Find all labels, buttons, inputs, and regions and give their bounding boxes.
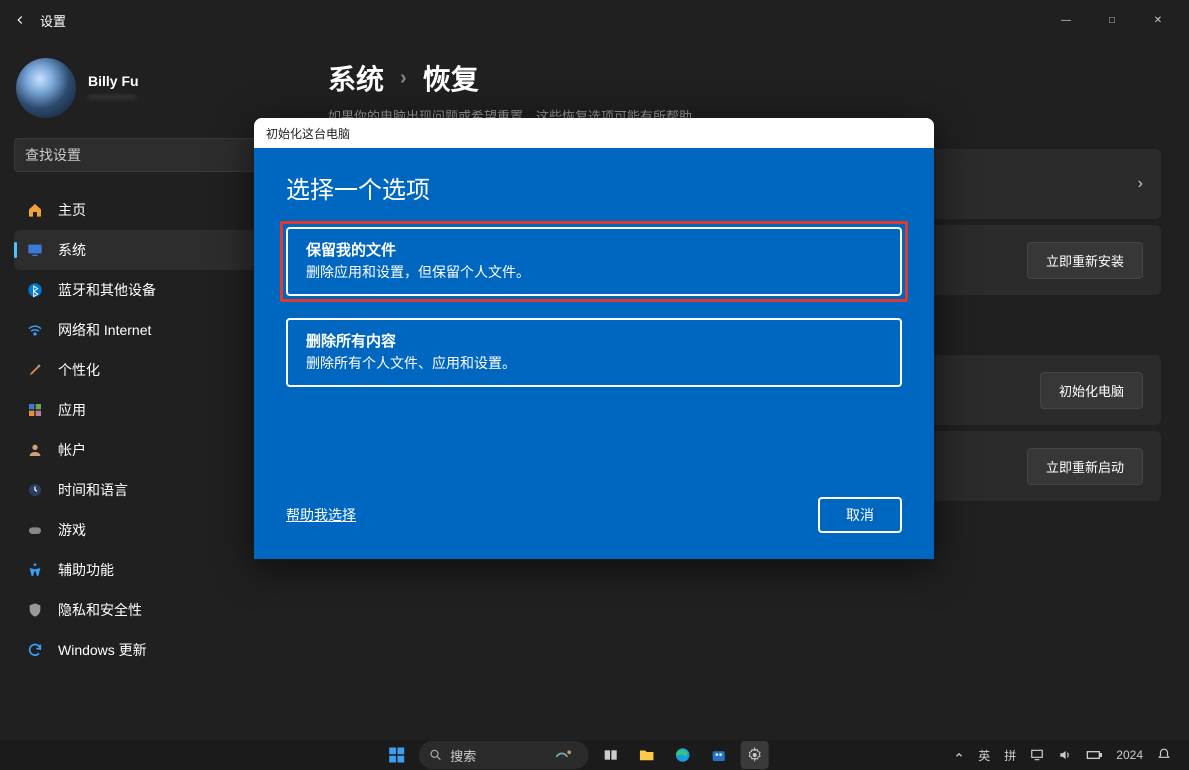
sidebar-item-label: 游戏 xyxy=(58,520,86,540)
taskbar: 搜索 英 拼 2024 xyxy=(0,740,1189,770)
person-icon xyxy=(26,441,44,459)
cancel-button[interactable]: 取消 xyxy=(818,497,902,533)
option-remove-all[interactable]: 删除所有内容 删除所有个人文件、应用和设置。 xyxy=(286,318,902,387)
sidebar-item-label: 蓝牙和其他设备 xyxy=(58,280,156,300)
update-icon xyxy=(26,641,44,659)
option-title: 保留我的文件 xyxy=(306,239,882,260)
search-input[interactable]: 查找设置 xyxy=(14,138,294,172)
titlebar: 设置 — □ ✕ xyxy=(0,0,1189,40)
search-icon xyxy=(428,748,442,762)
task-view-button[interactable] xyxy=(596,741,624,769)
brush-icon xyxy=(26,361,44,379)
breadcrumb: 系统 › 恢复 xyxy=(328,58,1161,98)
sidebar-item-label: 隐私和安全性 xyxy=(58,600,142,620)
sidebar-item-label: 应用 xyxy=(58,400,86,420)
avatar xyxy=(16,58,76,118)
reset-dialog: 初始化这台电脑 选择一个选项 保留我的文件 删除应用和设置，但保留个人文件。 删… xyxy=(254,118,934,559)
accessibility-icon xyxy=(26,561,44,579)
profile-name: Billy Fu xyxy=(88,73,139,89)
sidebar-item-label: 时间和语言 xyxy=(58,480,128,500)
tray-notifications-icon[interactable] xyxy=(1157,748,1171,762)
start-button[interactable] xyxy=(382,741,410,769)
search-decoration-icon xyxy=(552,744,574,766)
taskbar-search[interactable]: 搜索 xyxy=(418,741,588,769)
help-link[interactable]: 帮助我选择 xyxy=(286,505,356,525)
minimize-button[interactable]: — xyxy=(1043,5,1089,35)
settings-window: 设置 — □ ✕ Billy Fu ———— 查找设置 主页 xyxy=(0,0,1189,740)
system-icon xyxy=(26,241,44,259)
sidebar-item-privacy[interactable]: 隐私和安全性 xyxy=(14,590,304,630)
restart-button[interactable]: 立即重新启动 xyxy=(1027,448,1143,485)
store-button[interactable] xyxy=(704,741,732,769)
close-button[interactable]: ✕ xyxy=(1135,5,1181,35)
tray-battery-icon[interactable] xyxy=(1086,749,1102,761)
option-desc: 删除所有个人文件、应用和设置。 xyxy=(306,353,882,373)
sidebar-item-label: 主页 xyxy=(58,200,86,220)
search-placeholder: 查找设置 xyxy=(25,145,81,165)
gamepad-icon xyxy=(26,521,44,539)
chevron-right-icon: › xyxy=(1138,175,1143,193)
explorer-button[interactable] xyxy=(632,741,660,769)
profile-email: ———— xyxy=(88,89,139,103)
sidebar-item-label: 系统 xyxy=(58,240,86,260)
option-desc: 删除应用和设置，但保留个人文件。 xyxy=(306,262,882,282)
apps-icon xyxy=(26,401,44,419)
reset-pc-button[interactable]: 初始化电脑 xyxy=(1040,372,1143,409)
sidebar-item-label: 个性化 xyxy=(58,360,100,380)
breadcrumb-current: 恢复 xyxy=(423,58,479,98)
back-button[interactable] xyxy=(8,8,32,32)
sidebar-item-label: Windows 更新 xyxy=(58,640,147,660)
settings-button[interactable] xyxy=(740,741,768,769)
edge-button[interactable] xyxy=(668,741,696,769)
sidebar-item-update[interactable]: Windows 更新 xyxy=(14,630,304,670)
sidebar-item-label: 帐户 xyxy=(58,440,86,460)
window-title: 设置 xyxy=(40,11,66,30)
tray-year[interactable]: 2024 xyxy=(1116,748,1143,762)
option-keep-files[interactable]: 保留我的文件 删除应用和设置，但保留个人文件。 xyxy=(286,227,902,296)
ime-pinyin[interactable]: 拼 xyxy=(1004,747,1016,764)
breadcrumb-parent[interactable]: 系统 xyxy=(328,58,384,98)
tray-volume-icon[interactable] xyxy=(1058,748,1072,762)
bluetooth-icon xyxy=(26,281,44,299)
tray-monitor-icon[interactable] xyxy=(1030,748,1044,762)
ime-english[interactable]: 英 xyxy=(978,747,990,764)
clock-icon xyxy=(26,481,44,499)
option-title: 删除所有内容 xyxy=(306,330,882,351)
search-label: 搜索 xyxy=(450,746,476,765)
dialog-heading: 选择一个选项 xyxy=(286,170,902,205)
reinstall-button[interactable]: 立即重新安装 xyxy=(1027,242,1143,279)
tray-chevron-up[interactable] xyxy=(954,750,964,760)
shield-icon xyxy=(26,601,44,619)
home-icon xyxy=(26,201,44,219)
chevron-right-icon: › xyxy=(400,67,407,90)
sidebar-item-label: 网络和 Internet xyxy=(58,320,151,340)
wifi-icon xyxy=(26,321,44,339)
maximize-button[interactable]: □ xyxy=(1089,5,1135,35)
dialog-window-title: 初始化这台电脑 xyxy=(254,118,934,148)
sidebar-item-label: 辅助功能 xyxy=(58,560,114,580)
